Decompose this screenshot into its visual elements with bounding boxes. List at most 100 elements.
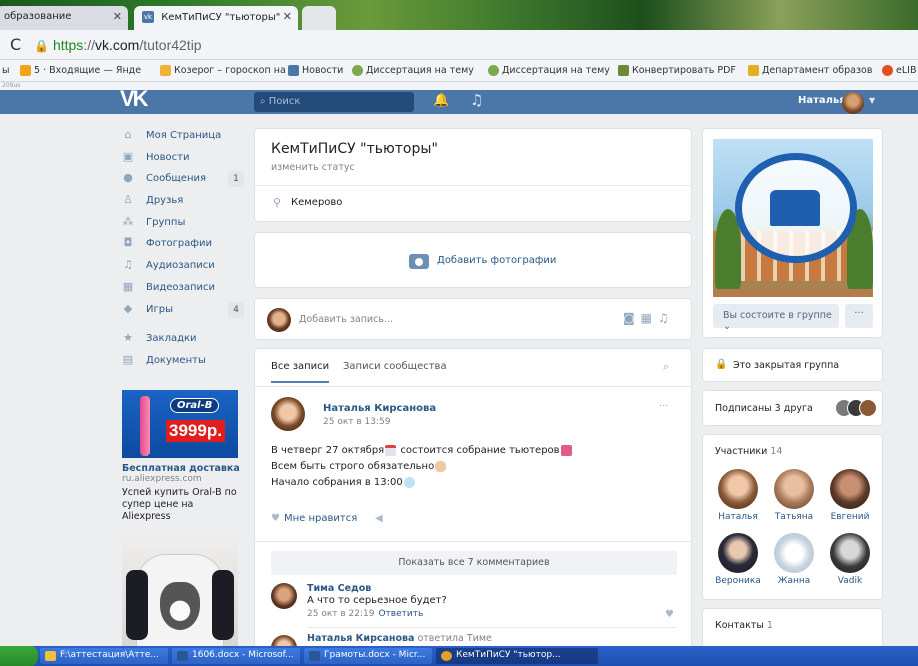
bookmark-dissertation-1[interactable]: Диссертация на тему xyxy=(352,65,474,76)
bell-icon[interactable]: 🔔 xyxy=(433,93,449,108)
new-tab-button[interactable] xyxy=(302,6,336,30)
globe-icon xyxy=(352,65,363,76)
chevron-down-icon[interactable]: ▼ xyxy=(869,96,875,105)
music-icon[interactable]: ♫ xyxy=(658,311,675,325)
close-icon[interactable]: ✕ xyxy=(283,10,292,23)
more-button[interactable]: ··· xyxy=(845,304,873,328)
vk-logo[interactable]: VK xyxy=(120,86,149,112)
sidebar-item-groups[interactable]: ⁂ Группы xyxy=(122,213,246,235)
member-item[interactable]: Жанна xyxy=(765,533,823,586)
avatar xyxy=(830,469,870,509)
bookmark-mail[interactable]: 5 · Входящие — Янде xyxy=(20,65,141,76)
sidebar-item-messages[interactable]: ● Сообщения 1 xyxy=(122,169,246,191)
sidebar-item-news[interactable]: ▣ Новости xyxy=(122,148,246,170)
member-item[interactable]: Vadik xyxy=(821,533,879,586)
avatar[interactable] xyxy=(271,397,305,431)
like-label: Мне нравится xyxy=(283,513,358,524)
taskbar-item-word-2[interactable]: Грамоты.docx - Micr... xyxy=(304,648,432,664)
video-icon[interactable]: ▦ xyxy=(641,311,658,325)
start-button[interactable] xyxy=(0,646,38,666)
taskbar-item-explorer[interactable]: F:\аттестация\Атте... xyxy=(40,648,168,664)
ad-title[interactable]: Бесплатная доставка xyxy=(122,463,240,474)
avatar[interactable] xyxy=(842,92,864,114)
reply-button[interactable]: Ответить xyxy=(378,609,423,619)
comment-date[interactable]: 25 окт в 22:19 xyxy=(307,609,374,619)
url-field[interactable]: 🔒 https://vk.com/tutor42tip xyxy=(34,37,202,53)
taskbar-label: F:\аттестация\Атте... xyxy=(60,650,159,660)
ad-image[interactable]: Oral-B 3999р. xyxy=(122,390,238,458)
bookmark-fragment[interactable]: ы xyxy=(2,65,10,76)
video-icon: ▦ xyxy=(122,279,134,293)
browser-tab-vk[interactable]: vk КемТиПиСУ "тьюторы" ✕ xyxy=(134,6,298,30)
bookmark-horoscope[interactable]: Козерог – гороскоп на xyxy=(160,65,286,76)
close-icon[interactable]: ✕ xyxy=(113,10,122,23)
folder-icon xyxy=(45,651,56,661)
sidebar-item-photos[interactable]: ◘ Фотографии xyxy=(122,234,246,256)
sidebar-item-label: Документы xyxy=(146,354,206,366)
search-input[interactable]: ⌕ Поиск xyxy=(254,92,414,112)
contacts-card[interactable]: Контакты 1 xyxy=(702,608,883,648)
group-city: Кемерово xyxy=(291,197,343,208)
mail-icon xyxy=(20,65,31,76)
reload-icon[interactable]: C xyxy=(10,35,21,54)
user-name[interactable]: Наталья xyxy=(798,95,846,106)
sidebar-item-documents[interactable]: ▤ Документы xyxy=(122,351,246,373)
avatar[interactable] xyxy=(271,583,297,609)
post-date[interactable]: 25 окт в 13:59 xyxy=(323,417,390,427)
ad-image-shirt[interactable] xyxy=(122,530,238,650)
post-composer[interactable]: Добавить запись... ◙▦♫ xyxy=(254,298,692,340)
member-item[interactable]: Вероника xyxy=(709,533,767,586)
url-path: /tutor42tip xyxy=(139,37,202,53)
show-all-comments-button[interactable]: Показать все 7 комментариев xyxy=(271,551,677,575)
camera-icon[interactable]: ◙ xyxy=(623,311,641,325)
member-item[interactable]: Татьяна xyxy=(765,469,823,522)
taskbar-item-word-1[interactable]: 1606.docx - Microsof... xyxy=(172,648,300,664)
heart-icon[interactable]: ♥ xyxy=(665,609,674,620)
membership-button[interactable]: Вы состоите в группе ⌄ xyxy=(713,304,839,332)
sidebar-item-bookmarks[interactable]: ★ Закладки xyxy=(122,329,246,351)
contacts-header: Контакты 1 xyxy=(715,620,773,631)
sidebar-item-friends[interactable]: ♙ Друзья xyxy=(122,191,246,213)
members-header[interactable]: Участники 14 xyxy=(715,446,782,457)
sidebar-item-my-page[interactable]: ⌂ Моя Страница xyxy=(122,126,246,148)
bookmark-pdf[interactable]: Конвертировать PDF xyxy=(618,65,736,76)
comment-author[interactable]: Тима Седов xyxy=(307,583,371,594)
taskbar-item-browser[interactable]: КемТиПиСУ "тьютор... xyxy=(436,648,598,664)
member-name: Vadik xyxy=(837,576,863,586)
bookmark-news[interactable]: Новости xyxy=(288,65,343,76)
post-input[interactable]: Добавить запись... xyxy=(299,314,393,325)
add-photos-button[interactable]: Добавить фотографии xyxy=(437,255,556,266)
add-photos-card[interactable]: Добавить фотографии xyxy=(254,232,692,288)
bookmark-department[interactable]: Департамент образов xyxy=(748,65,872,76)
group-cover-image[interactable] xyxy=(713,139,873,297)
department-icon xyxy=(748,65,759,76)
sidebar-item-label: Новости xyxy=(146,151,190,163)
member-item[interactable]: Наталья xyxy=(709,469,767,522)
friends-subscribed-card[interactable]: Подписаны 3 друга xyxy=(702,390,883,426)
sidebar-item-video[interactable]: ▦ Видеозаписи xyxy=(122,278,246,300)
member-item[interactable]: Евгений xyxy=(821,469,879,522)
search-icon[interactable]: ⌕ xyxy=(663,360,669,374)
ad-text: Успей купить Oral-B по супер цене на Ali… xyxy=(122,487,237,522)
tab-all-posts[interactable]: Все записи xyxy=(271,361,330,383)
ad-block[interactable]: Oral-B 3999р. Бесплатная доставка ru.ali… xyxy=(122,390,240,523)
bookmark-label: eLIB xyxy=(896,65,917,76)
divider xyxy=(255,185,691,186)
like-button[interactable]: ♥ Мне нравится xyxy=(271,513,357,524)
bookmark-elib[interactable]: eLIB xyxy=(882,65,916,76)
group-photo-card: Вы состоите в группе ⌄ ··· xyxy=(702,128,883,338)
bookmark-label: Диссертация на тему xyxy=(366,65,474,76)
tab-community-posts[interactable]: Записи сообщества xyxy=(343,361,447,372)
share-icon[interactable]: ◀ xyxy=(375,513,383,524)
member-name: Вероника xyxy=(715,576,761,586)
sidebar-item-audio[interactable]: ♫ Аудиозаписи xyxy=(122,256,246,278)
more-icon[interactable]: ··· xyxy=(659,401,669,412)
comment-author-name[interactable]: Наталья Кирсанова xyxy=(307,633,414,644)
music-icon[interactable]: ♫ xyxy=(470,91,483,109)
browser-tab-education[interactable]: образование ✕ xyxy=(0,6,128,30)
sidebar-item-games[interactable]: ◆ Игры 4 xyxy=(122,300,246,322)
edit-status-link[interactable]: изменить статус xyxy=(271,162,355,173)
wall-feed: Все записи Записи сообщества ⌕ Наталья К… xyxy=(254,348,692,648)
post-author[interactable]: Наталья Кирсанова xyxy=(323,403,436,414)
bookmark-dissertation-2[interactable]: Диссертация на тему xyxy=(488,65,610,76)
